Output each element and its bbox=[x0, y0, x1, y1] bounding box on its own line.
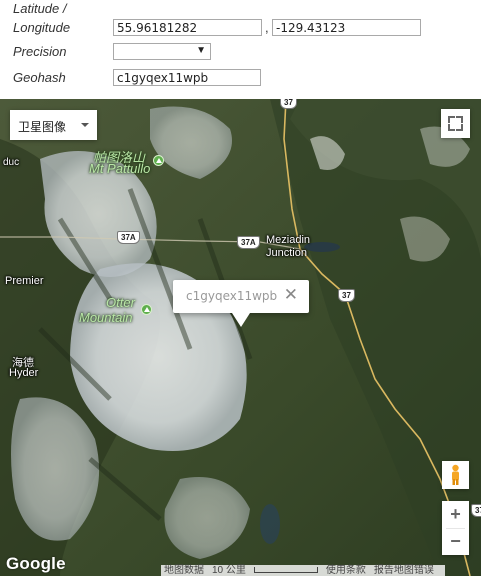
zoom-out-button[interactable]: − bbox=[442, 528, 469, 555]
place-label-hyder-en: Hyder bbox=[9, 367, 39, 379]
info-window: c1gyqex11wpb ✕ bbox=[173, 280, 309, 327]
longitude-label: Longitude bbox=[13, 20, 71, 35]
terms-link[interactable]: 使用条款 bbox=[326, 565, 366, 576]
close-icon[interactable]: ✕ bbox=[284, 286, 298, 303]
precision-label: Precision bbox=[13, 44, 67, 59]
coordinate-separator: , bbox=[265, 20, 269, 35]
highway-shield-37-top: 37 bbox=[280, 99, 297, 109]
precision-select[interactable]: ▼ bbox=[113, 43, 211, 60]
place-label-meziadin-2: Junction bbox=[266, 247, 307, 259]
place-label-mt-pattullo-en: Mt Pattullo bbox=[89, 161, 151, 176]
highway-shield-37a-right: 37A bbox=[237, 236, 260, 249]
highway-shield-37-mid: 37 bbox=[338, 289, 355, 302]
highway-shield-37-edge: 37 bbox=[471, 504, 481, 517]
zoom-in-button[interactable]: + bbox=[442, 501, 469, 528]
satellite-imagery bbox=[0, 99, 481, 576]
fullscreen-button[interactable] bbox=[441, 109, 470, 138]
map-attribution-bar: 地图数据 10 公里 使用条款 报告地图错误 bbox=[161, 565, 445, 576]
caret-down-icon bbox=[81, 123, 89, 127]
place-label-otter-2: Mountain bbox=[79, 310, 133, 325]
scale-label: 10 公里 bbox=[212, 565, 246, 576]
mountain-peak-icon-otter bbox=[141, 304, 152, 315]
google-logo[interactable]: Google bbox=[6, 554, 66, 574]
street-view-pegman-button[interactable] bbox=[442, 461, 469, 489]
place-label-otter-1: Otter bbox=[106, 295, 135, 310]
zoom-control: + − bbox=[442, 501, 469, 555]
satellite-map[interactable]: duc 帕图洛山 Mt Pattullo Meziadin Junction O… bbox=[0, 99, 481, 576]
place-label-meziadin-1: Meziadin bbox=[266, 234, 311, 246]
geohash-input[interactable] bbox=[113, 69, 261, 86]
report-error-link[interactable]: 报告地图错误 bbox=[374, 565, 434, 576]
longitude-input[interactable] bbox=[272, 19, 421, 36]
dropdown-arrow-icon: ▼ bbox=[196, 45, 206, 56]
info-window-geohash: c1gyqex11wpb bbox=[186, 289, 278, 303]
map-type-dropdown[interactable]: 卫星图像 bbox=[10, 110, 97, 140]
map-type-label: 卫星图像 bbox=[18, 120, 67, 134]
pegman-icon bbox=[452, 464, 459, 485]
place-label-duc: duc bbox=[3, 157, 20, 168]
place-label-premier: Premier bbox=[5, 275, 44, 287]
latitude-input[interactable] bbox=[113, 19, 262, 36]
map-data-link[interactable]: 地图数据 bbox=[164, 565, 204, 576]
scale-bar bbox=[253, 567, 318, 574]
highway-shield-37a-left: 37A bbox=[117, 231, 140, 244]
mountain-peak-icon bbox=[153, 155, 164, 166]
info-window-pointer bbox=[232, 313, 250, 327]
latitude-label: Latitude / bbox=[13, 1, 67, 16]
geohash-label: Geohash bbox=[13, 70, 66, 85]
